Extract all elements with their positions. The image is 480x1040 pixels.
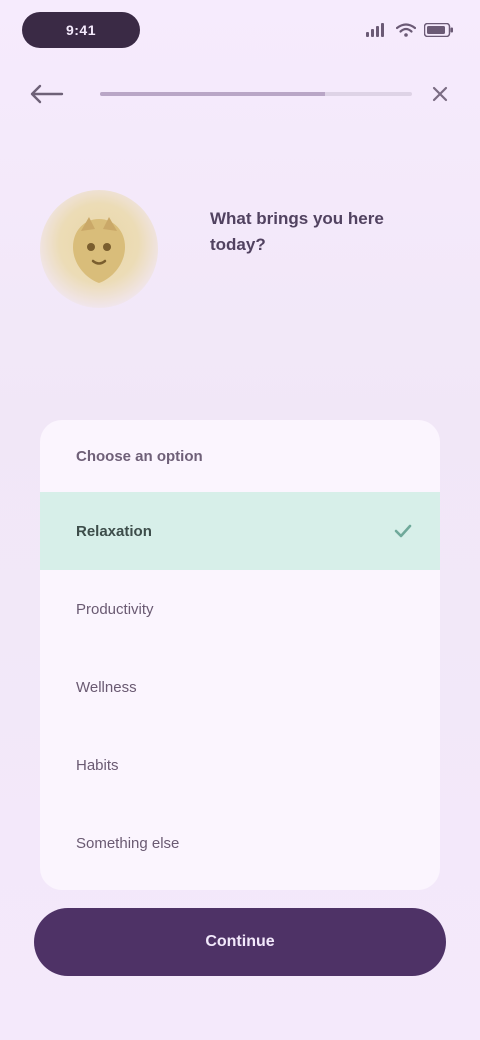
options-card: Choose an option Relaxation Productivity… (40, 420, 440, 890)
signal-icon (366, 23, 384, 37)
app-screen: 9:41 What brings you here today? Choose … (0, 0, 480, 1040)
option-label: Productivity (76, 600, 154, 618)
status-icons (366, 23, 458, 37)
arrow-left-icon (30, 84, 64, 104)
mascot-avatar (40, 190, 158, 308)
option-item-productivity[interactable]: Productivity (40, 570, 440, 648)
option-item-wellness[interactable]: Wellness (40, 648, 440, 726)
progress-bar (100, 92, 412, 96)
wifi-icon (396, 23, 416, 37)
close-icon (432, 86, 448, 102)
mascot-icon (73, 217, 125, 283)
continue-button[interactable]: Continue (34, 908, 446, 976)
close-button[interactable] (428, 82, 452, 106)
option-label: Something else (76, 834, 180, 852)
option-label: Relaxation (76, 522, 152, 540)
option-item-something-else[interactable]: Something else (40, 804, 440, 882)
option-item-habits[interactable]: Habits (40, 726, 440, 804)
status-time: 9:41 (22, 12, 140, 48)
header-bar (28, 78, 452, 110)
back-button[interactable] (28, 84, 84, 104)
progress-bar-fill (100, 92, 325, 96)
prompt-text: What brings you here today? (210, 209, 384, 254)
option-item-relaxation[interactable]: Relaxation (40, 492, 440, 570)
option-label: Wellness (76, 678, 137, 696)
status-bar: 9:41 (22, 10, 458, 50)
battery-icon (424, 23, 453, 37)
hero-section: What brings you here today? (40, 190, 440, 320)
check-icon (392, 520, 414, 542)
option-label: Habits (76, 756, 119, 774)
options-card-title: Choose an option (76, 447, 203, 465)
